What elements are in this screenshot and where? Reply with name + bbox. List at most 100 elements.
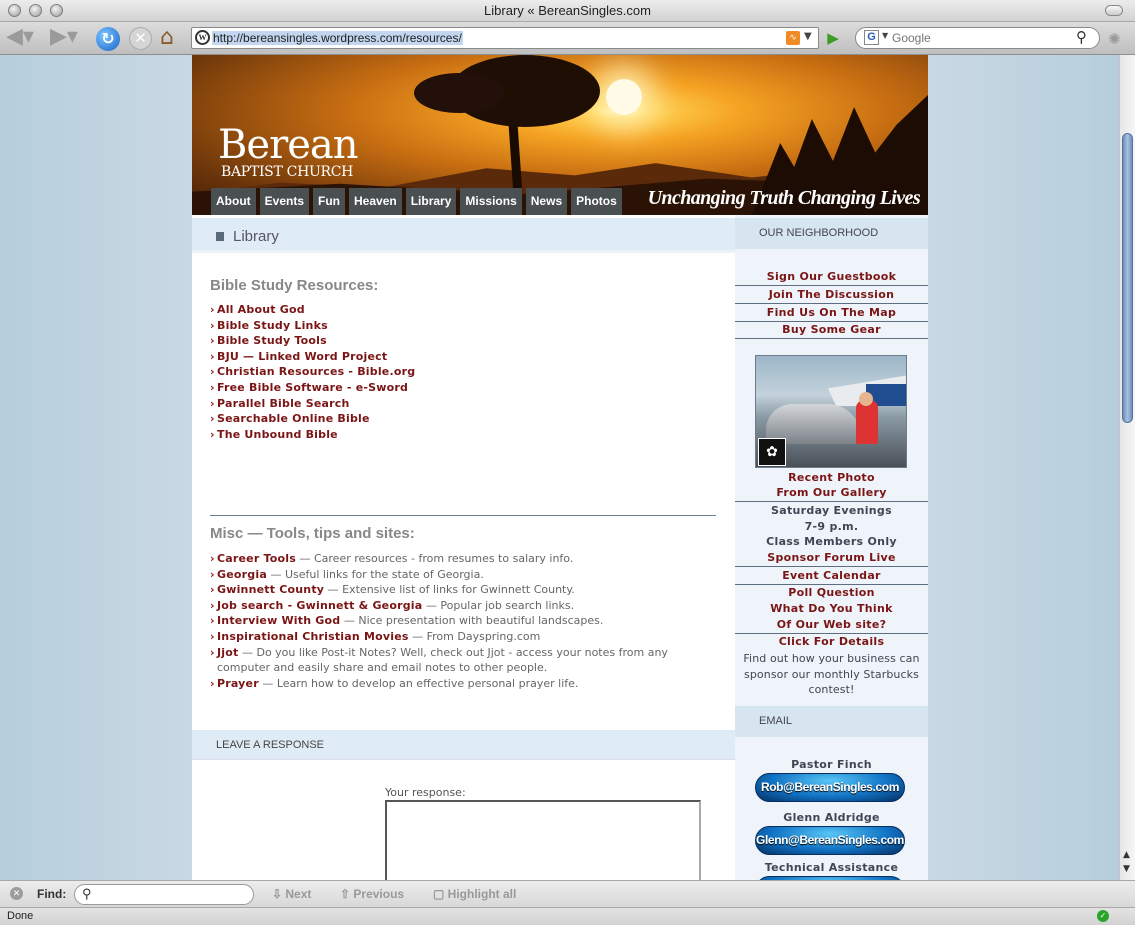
misc-description: — Extensive list of links for Gwinnett C… <box>324 583 575 597</box>
email-glenn-button[interactable]: Glenn@BereanSingles.com <box>755 826 905 855</box>
site-header: Berean BAPTIST CHURCH Unchanging Truth C… <box>192 55 928 215</box>
misc-link[interactable]: Jjot <box>217 646 238 659</box>
find-input[interactable]: ⚲ <box>74 884 254 905</box>
list-item: Gwinnett County — Extensive list of link… <box>210 582 722 598</box>
home-icon[interactable]: ⌂ <box>160 26 174 50</box>
recent-photo-link[interactable]: From Our Gallery <box>735 485 928 501</box>
misc-link[interactable]: Inspirational Christian Movies <box>217 630 409 643</box>
search-box[interactable]: G ▼ ⚲ <box>855 27 1100 49</box>
misc-link[interactable]: Gwinnett County <box>217 583 324 596</box>
nav-events[interactable]: Events <box>259 188 310 215</box>
page-title-bar: Library <box>192 218 735 253</box>
sidebar-link-poll[interactable]: Of Our Web site? <box>735 617 928 633</box>
nav-photos[interactable]: Photos <box>571 188 622 215</box>
window-titlebar: Library « BereanSingles.com <box>0 0 1135 22</box>
sidebar-link-map[interactable]: Find Us On The Map <box>735 305 928 321</box>
security-ok-icon: ✓ <box>1097 910 1109 922</box>
search-icon[interactable]: ⚲ <box>1076 28 1087 46</box>
resource-link[interactable]: The Unbound Bible <box>217 428 338 441</box>
rss-feed-icon[interactable]: ∿ <box>786 31 800 45</box>
vertical-scrollbar[interactable]: ▲ ▼ <box>1119 55 1135 880</box>
sidebar-link-forum[interactable]: Sponsor Forum Live <box>735 550 928 566</box>
scroll-up-arrow-icon[interactable]: ▲ <box>1123 850 1130 860</box>
stop-icon[interactable]: ✕ <box>129 27 152 50</box>
person-head-graphic <box>859 392 873 406</box>
nav-heaven[interactable]: Heaven <box>349 188 402 215</box>
nav-fun[interactable]: Fun <box>313 188 346 215</box>
resource-link[interactable]: BJU — Linked Word Project <box>217 350 387 363</box>
site-favicon-icon: W <box>195 30 210 45</box>
list-item: Job search - Gwinnett & Georgia — Popula… <box>210 598 722 614</box>
section-heading: Bible Study Resources: <box>210 277 379 294</box>
gallery-photo[interactable]: ✿ <box>755 355 907 468</box>
contact-name: Pastor Finch <box>791 758 872 771</box>
misc-link[interactable]: Interview With God <box>217 614 340 627</box>
forward-arrow-icon[interactable]: ▶▾ <box>50 26 78 48</box>
reload-icon[interactable]: ↻ <box>96 27 120 51</box>
window-title: Library « BereanSingles.com <box>484 3 651 18</box>
toolbar-toggle-button[interactable] <box>1105 5 1123 16</box>
contact-name: Glenn Aldridge <box>783 811 880 824</box>
list-item: Parallel Bible Search <box>210 396 415 412</box>
resource-link[interactable]: Bible Study Tools <box>217 334 327 347</box>
sidebar-heading: EMAIL <box>735 706 928 737</box>
list-item: Free Bible Software - e-Sword <box>210 380 415 396</box>
resource-link[interactable]: All About God <box>217 303 305 316</box>
logo-title[interactable]: Berean <box>218 123 358 167</box>
person-graphic <box>856 400 878 444</box>
loading-spinner-icon: ✺ <box>1108 30 1121 48</box>
section-heading: Misc — Tools, tips and sites: <box>210 525 415 542</box>
sidebar-link-calendar[interactable]: Event Calendar <box>735 568 928 584</box>
misc-link[interactable]: Career Tools <box>217 552 296 565</box>
resource-link[interactable]: Free Bible Software - e-Sword <box>217 381 408 394</box>
sidebar-link-gear[interactable]: Buy Some Gear <box>735 322 928 338</box>
misc-link[interactable]: Job search - Gwinnett & Georgia <box>217 599 422 612</box>
sidebar-divider <box>735 338 928 339</box>
scrollbar-thumb[interactable] <box>1122 133 1133 423</box>
list-item: Inspirational Christian Movies — From Da… <box>210 629 722 645</box>
list-item: Interview With God — Nice presentation w… <box>210 613 722 629</box>
email-pastor-button[interactable]: Rob@BereanSingles.com <box>755 773 905 802</box>
nav-news[interactable]: News <box>525 188 568 215</box>
search-icon: ⚲ <box>82 886 92 901</box>
leave-response-heading: LEAVE A RESPONSE <box>192 730 735 760</box>
url-text[interactable]: http://bereansingles.wordpress.com/resou… <box>212 31 463 45</box>
status-text: Done <box>7 910 34 922</box>
nav-library[interactable]: Library <box>405 188 457 215</box>
list-item: Bible Study Tools <box>210 333 415 349</box>
page-title: Library <box>233 228 279 245</box>
search-engine-dropdown-icon[interactable]: ▼ <box>882 31 888 40</box>
go-arrow-icon[interactable]: ▶ <box>822 27 844 49</box>
find-label: Find: <box>37 887 67 901</box>
resource-link[interactable]: Bible Study Links <box>217 319 328 332</box>
highlight-all-button[interactable]: ▢ Highlight all <box>433 887 516 901</box>
resource-link[interactable]: Searchable Online Bible <box>217 412 370 425</box>
sidebar-link-guestbook[interactable]: Sign Our Guestbook <box>735 269 928 285</box>
main-content: Library Bible Study Resources: All About… <box>192 215 735 880</box>
nav-missions[interactable]: Missions <box>460 188 522 215</box>
close-findbar-icon[interactable]: ✕ <box>10 887 23 900</box>
address-bar[interactable]: W http://bereansingles.wordpress.com/res… <box>191 27 819 49</box>
list-item: Jjot — Do you like Post-it Notes? Well, … <box>210 645 722 676</box>
sidebar-link-poll[interactable]: Poll Question <box>735 585 928 601</box>
find-previous-button[interactable]: ⇧ Previous <box>340 887 404 901</box>
resource-link[interactable]: Christian Resources - Bible.org <box>217 365 415 378</box>
nav-about[interactable]: About <box>211 188 256 215</box>
sidebar-link-discussion[interactable]: Join The Discussion <box>735 287 928 303</box>
logo-subtitle[interactable]: BAPTIST CHURCH <box>221 164 353 180</box>
recent-photo-link[interactable]: Recent Photo <box>735 470 928 486</box>
misc-link[interactable]: Georgia <box>217 568 267 581</box>
sidebar-link-poll[interactable]: What Do You Think <box>735 601 928 617</box>
misc-description: — Career resources - from resumes to sal… <box>295 552 574 565</box>
sidebar-link-details[interactable]: Click For Details <box>735 634 928 650</box>
response-textarea[interactable] <box>385 800 701 880</box>
scroll-down-arrow-icon[interactable]: ▼ <box>1123 864 1130 874</box>
find-next-button[interactable]: ⇩ Next <box>272 887 311 901</box>
site-tagline: Unchanging Truth Changing Lives <box>647 187 921 209</box>
search-input[interactable] <box>892 29 1067 47</box>
search-engine-icon[interactable]: G <box>864 30 879 45</box>
url-history-dropdown-icon[interactable]: ▼ <box>804 31 812 42</box>
resource-link[interactable]: Parallel Bible Search <box>217 397 350 410</box>
back-arrow-icon[interactable]: ◀▾ <box>6 26 34 48</box>
misc-link[interactable]: Prayer <box>217 677 259 690</box>
